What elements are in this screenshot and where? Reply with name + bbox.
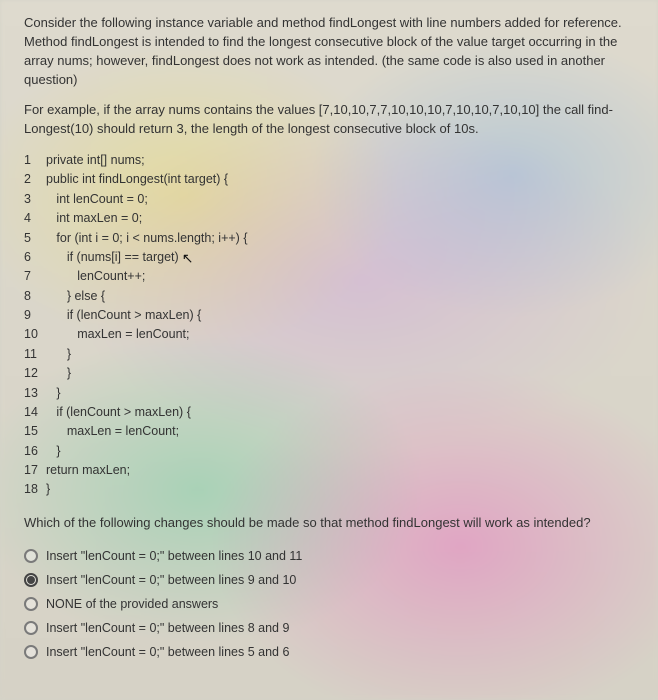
code-text: maxLen = lenCount; xyxy=(46,327,189,341)
code-text: maxLen = lenCount; xyxy=(46,424,179,438)
radio-icon[interactable] xyxy=(24,549,38,563)
line-number: 6 xyxy=(24,248,46,267)
line-number: 9 xyxy=(24,306,46,325)
option-label: Insert "lenCount = 0;" between lines 5 a… xyxy=(46,643,289,661)
line-number: 18 xyxy=(24,480,46,499)
line-number: 12 xyxy=(24,364,46,383)
option-row[interactable]: Insert "lenCount = 0;" between lines 8 a… xyxy=(24,619,634,637)
option-row[interactable]: Insert "lenCount = 0;" between lines 10 … xyxy=(24,547,634,565)
code-text: public int findLongest(int target) { xyxy=(46,172,228,186)
code-text: int lenCount = 0; xyxy=(46,192,148,206)
code-line: 12 } xyxy=(24,364,634,383)
code-text: } xyxy=(46,386,61,400)
code-text: } xyxy=(46,482,50,496)
code-text: if (lenCount > maxLen) { xyxy=(46,405,191,419)
line-number: 11 xyxy=(24,345,46,364)
code-line: 9 if (lenCount > maxLen) { xyxy=(24,306,634,325)
code-block: 1private int[] nums;2public int findLong… xyxy=(24,151,634,500)
code-line: 5 for (int i = 0; i < nums.length; i++) … xyxy=(24,229,634,248)
options-list: Insert "lenCount = 0;" between lines 10 … xyxy=(24,547,634,662)
line-number: 4 xyxy=(24,209,46,228)
intro-paragraph-2: For example, if the array nums contains … xyxy=(24,101,634,139)
radio-icon[interactable] xyxy=(24,597,38,611)
line-number: 3 xyxy=(24,190,46,209)
code-text: } xyxy=(46,444,61,458)
option-row[interactable]: NONE of the provided answers xyxy=(24,595,634,613)
code-line: 17return maxLen; xyxy=(24,461,634,480)
option-label: Insert "lenCount = 0;" between lines 9 a… xyxy=(46,571,296,589)
line-number: 15 xyxy=(24,422,46,441)
radio-icon[interactable] xyxy=(24,621,38,635)
code-text: } xyxy=(46,366,71,380)
intro-text-2: For example, if the array nums contains … xyxy=(24,102,613,136)
code-line: 6 if (nums[i] == target)↖ xyxy=(24,248,634,267)
line-number: 13 xyxy=(24,384,46,403)
code-text: } xyxy=(46,347,71,361)
code-line: 4 int maxLen = 0; xyxy=(24,209,634,228)
line-number: 14 xyxy=(24,403,46,422)
code-text: if (lenCount > maxLen) { xyxy=(46,308,201,322)
code-line: 14 if (lenCount > maxLen) { xyxy=(24,403,634,422)
line-number: 8 xyxy=(24,287,46,306)
code-text: for (int i = 0; i < nums.length; i++) { xyxy=(46,231,248,245)
line-number: 7 xyxy=(24,267,46,286)
line-number: 17 xyxy=(24,461,46,480)
line-number: 16 xyxy=(24,442,46,461)
code-line: 11 } xyxy=(24,345,634,364)
code-text: if (nums[i] == target) xyxy=(46,250,179,264)
code-text: return maxLen; xyxy=(46,463,130,477)
code-line: 13 } xyxy=(24,384,634,403)
code-line: 10 maxLen = lenCount; xyxy=(24,325,634,344)
intro-text-1: Consider the following instance variable… xyxy=(24,15,622,87)
option-row[interactable]: Insert "lenCount = 0;" between lines 5 a… xyxy=(24,643,634,661)
option-label: Insert "lenCount = 0;" between lines 8 a… xyxy=(46,619,289,637)
line-number: 2 xyxy=(24,170,46,189)
option-label: NONE of the provided answers xyxy=(46,595,218,613)
code-line: 8 } else { xyxy=(24,287,634,306)
mouse-cursor-icon: ↖ xyxy=(182,250,194,266)
code-line: 16 } xyxy=(24,442,634,461)
code-line: 2public int findLongest(int target) { xyxy=(24,170,634,189)
option-label: Insert "lenCount = 0;" between lines 10 … xyxy=(46,547,302,565)
line-number: 10 xyxy=(24,325,46,344)
code-text: } else { xyxy=(46,289,105,303)
radio-selected-icon[interactable] xyxy=(24,573,38,587)
code-text: private int[] nums; xyxy=(46,153,145,167)
code-line: 3 int lenCount = 0; xyxy=(24,190,634,209)
intro-paragraph-1: Consider the following instance variable… xyxy=(24,14,634,89)
line-number: 1 xyxy=(24,151,46,170)
question-document: Consider the following instance variable… xyxy=(0,0,658,681)
option-row[interactable]: Insert "lenCount = 0;" between lines 9 a… xyxy=(24,571,634,589)
line-number: 5 xyxy=(24,229,46,248)
question-prompt: Which of the following changes should be… xyxy=(24,514,634,533)
code-line: 7 lenCount++; xyxy=(24,267,634,286)
code-text: int maxLen = 0; xyxy=(46,211,142,225)
code-line: 18} xyxy=(24,480,634,499)
code-line: 15 maxLen = lenCount; xyxy=(24,422,634,441)
radio-icon[interactable] xyxy=(24,645,38,659)
question-text: Which of the following changes should be… xyxy=(24,515,591,530)
code-line: 1private int[] nums; xyxy=(24,151,634,170)
code-text: lenCount++; xyxy=(46,269,145,283)
